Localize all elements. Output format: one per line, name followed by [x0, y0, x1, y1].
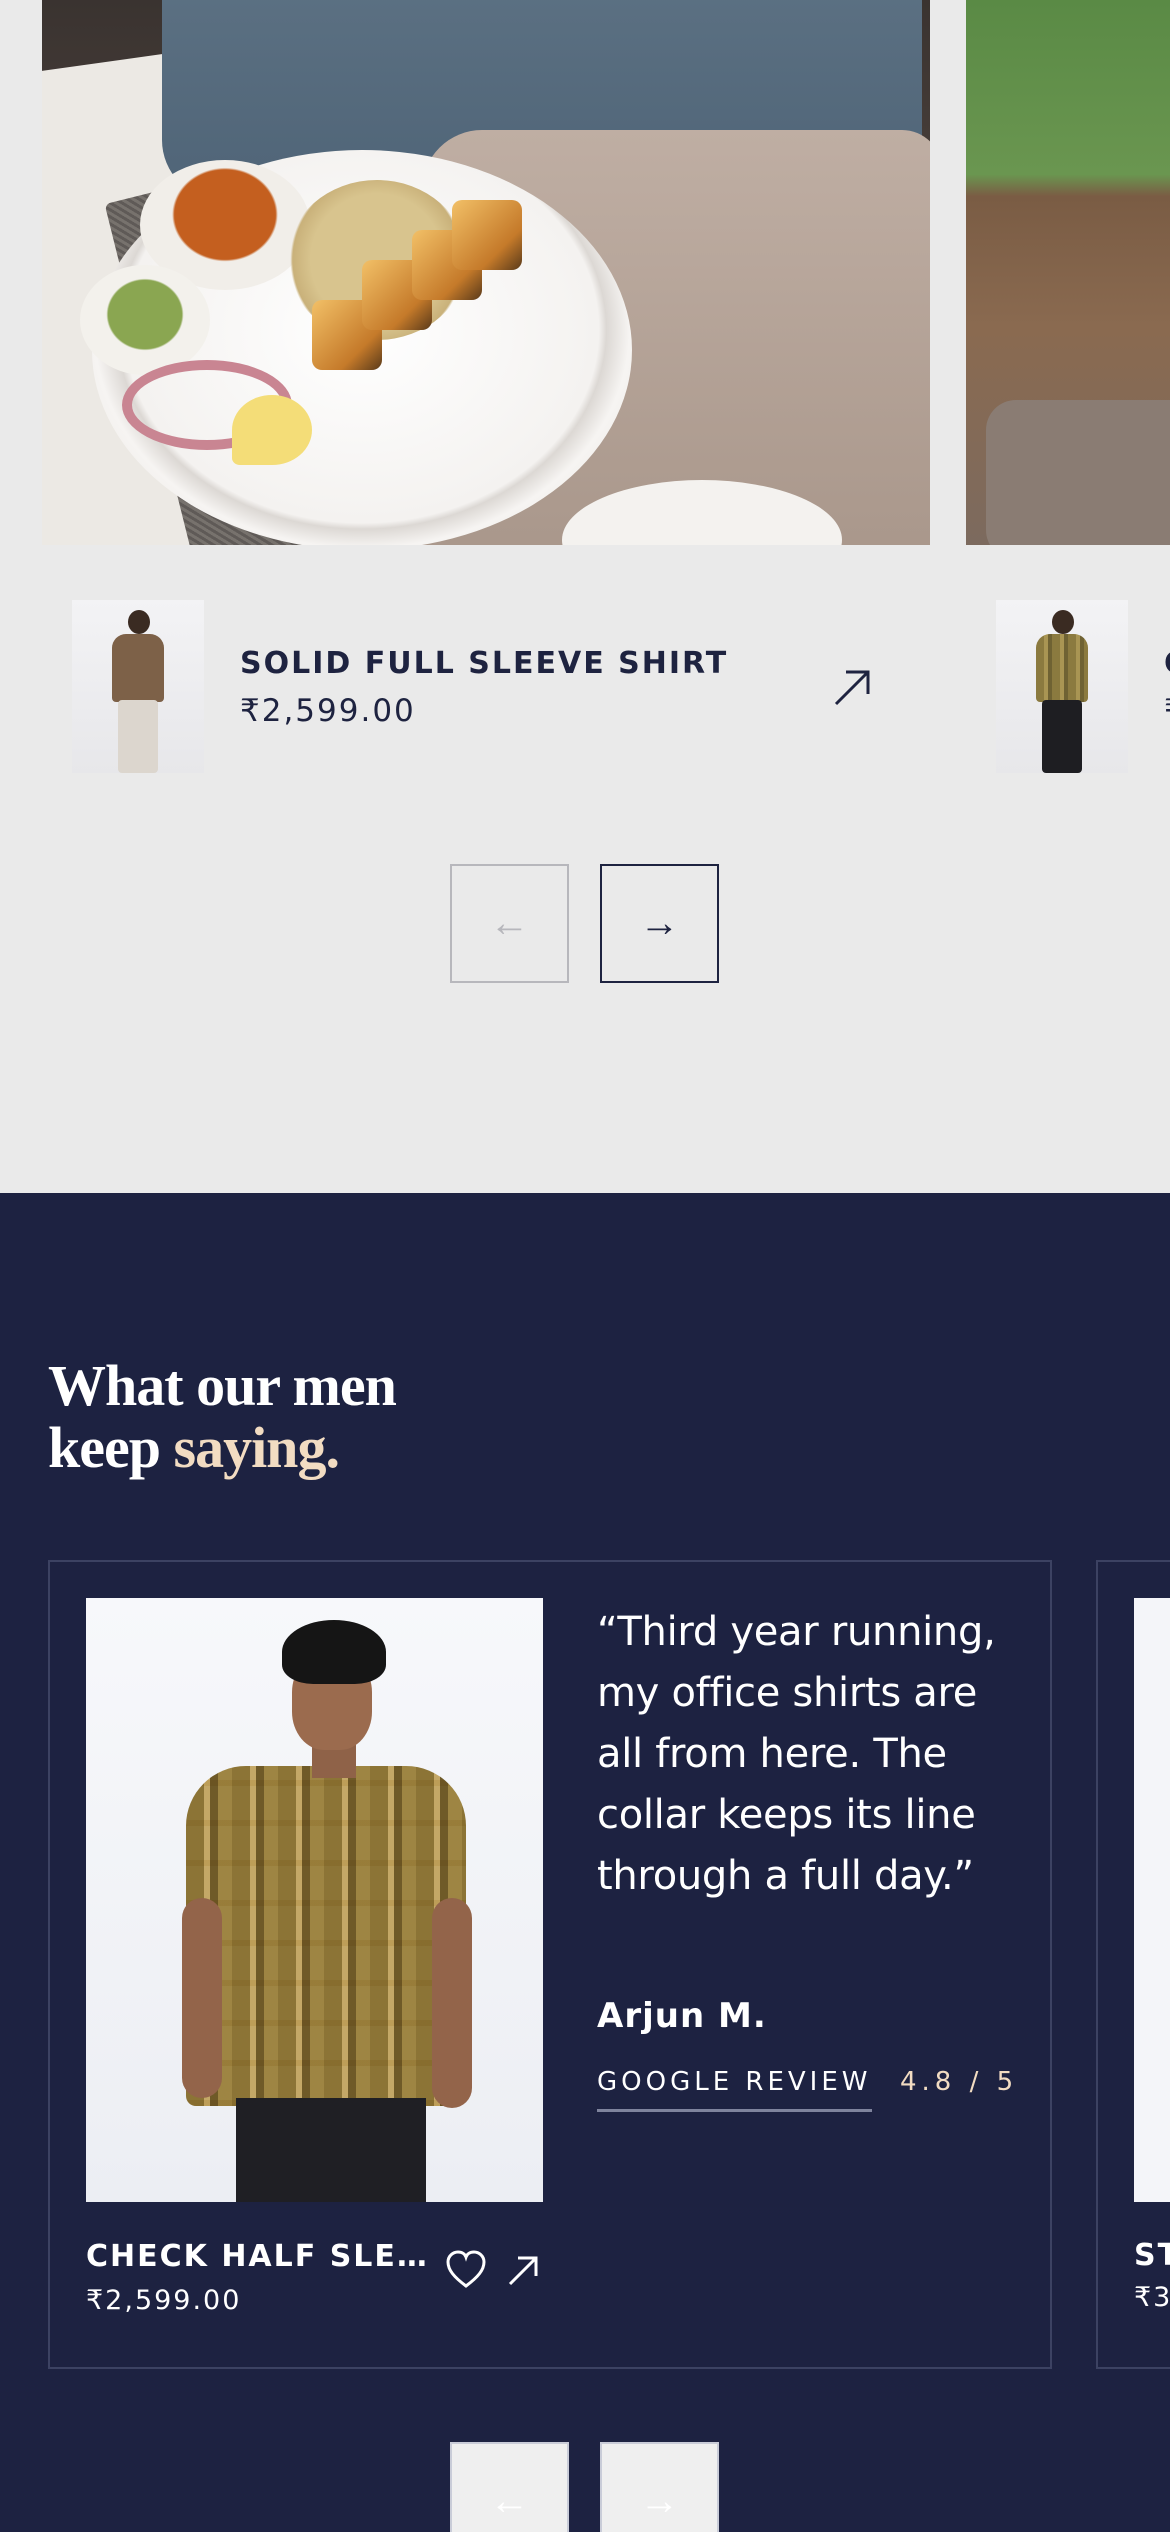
card-product-price-next-partial: ₹3: [1134, 2282, 1170, 2313]
product-thumbnail-next[interactable]: [996, 600, 1128, 773]
card-product-price: ₹2,599.00: [86, 2285, 242, 2316]
review-card: CHECK HALF SLE… ₹2,599.00 “Third year ru…: [48, 1560, 1052, 2369]
model-hair: [282, 1620, 386, 1684]
product-thumbnail[interactable]: [72, 600, 204, 773]
photo-paneer: [452, 200, 522, 270]
thumb-model-shirt: [1036, 634, 1088, 702]
heading-line-1: What our men: [48, 1353, 397, 1418]
model-pants: [236, 2098, 426, 2202]
arrow-right-icon: →: [639, 2479, 680, 2523]
thumb-model-head: [1052, 610, 1074, 634]
review-quote: “Third year running, my office shirts ar…: [597, 1609, 996, 1899]
lookbook-photo-next[interactable]: [966, 0, 1170, 545]
card-product-title[interactable]: CHECK HALF SLE…: [86, 2239, 429, 2274]
product-title[interactable]: SOLID FULL SLEEVE SHIRT: [240, 646, 728, 681]
product-image-next[interactable]: [1134, 1598, 1170, 2202]
arrow-left-icon: ←: [489, 901, 530, 945]
arrow-left-icon: ←: [489, 2479, 530, 2523]
photo-stone: [986, 400, 1170, 545]
product-price-next-partial: ₹: [1164, 693, 1170, 729]
review-card-next: ST ₹3: [1096, 1560, 1170, 2369]
carousel-next-button[interactable]: →: [600, 864, 719, 983]
model-arm: [432, 1898, 472, 2108]
thumb-model-head: [128, 610, 150, 634]
heart-icon[interactable]: [444, 2248, 488, 2292]
reviewer-name: Arjun M.: [597, 1996, 767, 2036]
model-arm: [182, 1898, 222, 2098]
review-rating: 4.8 / 5: [900, 2067, 1019, 2097]
arrow-right-icon: →: [639, 901, 680, 945]
photo-bowl-chutney: [80, 265, 210, 375]
product-price: ₹2,599.00: [240, 693, 416, 729]
model-shirt: [186, 1766, 466, 2106]
carousel-prev-button[interactable]: ←: [450, 864, 569, 983]
reviews-next-button[interactable]: →: [600, 2442, 719, 2532]
lookbook-photo-dining[interactable]: [42, 0, 930, 545]
thumb-model-shirt: [112, 634, 164, 702]
arrow-up-right-icon[interactable]: [506, 2252, 542, 2288]
thumb-model-pants: [1042, 700, 1082, 773]
product-title-next-partial: C: [1164, 646, 1170, 681]
reviews-section: What our men keep saying. CHECK HALF SLE…: [0, 1193, 1170, 2532]
lookbook-section: SOLID FULL SLEEVE SHIRT ₹2,599.00 C ₹ ← …: [0, 0, 1170, 1193]
product-image[interactable]: [86, 1598, 543, 2202]
heading-accent: saying.: [173, 1415, 340, 1480]
card-product-title-next-partial[interactable]: ST: [1134, 2238, 1170, 2273]
review-source-link[interactable]: GOOGLE REVIEW: [597, 2067, 872, 2112]
reviews-prev-button[interactable]: ←: [450, 2442, 569, 2532]
arrow-up-right-icon[interactable]: [830, 664, 876, 710]
heading-line-2-prefix: keep: [48, 1415, 174, 1480]
photo-lemon: [232, 395, 312, 465]
reviews-heading: What our men keep saying.: [48, 1353, 397, 1480]
thumb-model-pants: [118, 700, 158, 773]
